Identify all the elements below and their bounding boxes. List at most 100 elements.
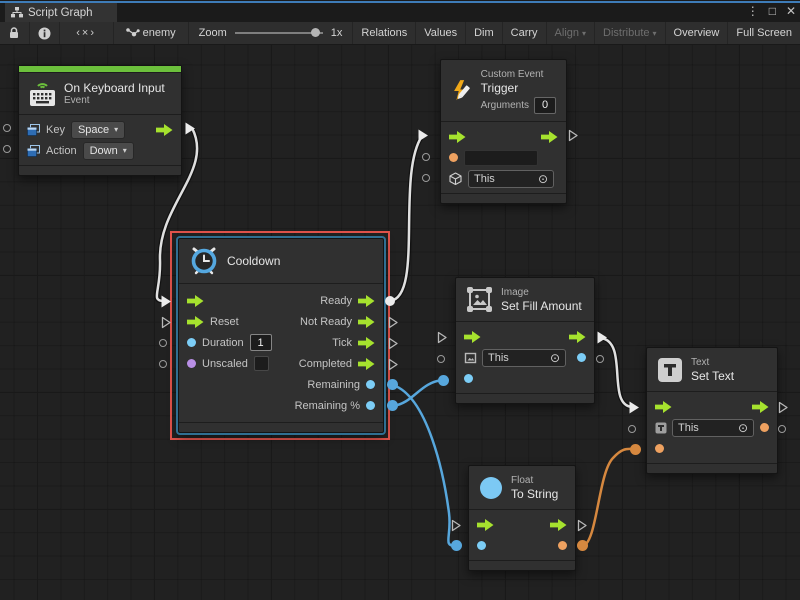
wire-remaining-to-tostring[interactable] (393, 385, 456, 546)
full-screen-button[interactable]: Full Screen (728, 22, 800, 44)
target-icon[interactable]: ⊙ (738, 422, 748, 434)
target-object-field[interactable]: This ⊙ (482, 349, 566, 367)
graph-canvas[interactable]: On Keyboard Input Event Key Space (0, 45, 800, 600)
unscaled-checkbox[interactable] (254, 356, 269, 371)
reset-in-port[interactable] (187, 316, 204, 328)
action-dropdown[interactable]: Down ▾ (83, 142, 134, 160)
ext-port-triangle[interactable] (568, 129, 579, 142)
wire-endpoint[interactable] (630, 444, 641, 455)
graph-reference[interactable]: enemy (114, 22, 189, 44)
ext-port-triangle[interactable] (161, 316, 172, 329)
ready-out-port[interactable] (358, 295, 375, 307)
node-title: Set Text (691, 369, 734, 383)
flow-out-port[interactable] (569, 331, 586, 343)
ext-port-triangle[interactable] (388, 337, 399, 350)
info-button[interactable] (30, 22, 60, 44)
string-out-port[interactable] (558, 541, 567, 550)
event-name-field[interactable] (464, 150, 538, 166)
flow-out-port[interactable] (550, 519, 567, 531)
node-to-string[interactable]: Float To String (468, 465, 576, 571)
node-set-text[interactable]: Text Set Text (646, 347, 778, 474)
remaining-out-port[interactable] (366, 380, 375, 389)
ext-port-circle[interactable] (778, 425, 786, 433)
ext-port-arrow-connected[interactable] (417, 128, 430, 143)
ext-port-circle[interactable] (422, 174, 430, 182)
window-menu-icon[interactable]: ⋮ (747, 3, 759, 20)
ext-port-arrow-connected[interactable] (160, 294, 173, 309)
ext-port-triangle[interactable] (451, 519, 462, 532)
key-dropdown[interactable]: Space ▾ (71, 121, 125, 139)
remainingpct-out-port[interactable] (366, 401, 375, 410)
wire-tostring-to-settext[interactable] (582, 449, 634, 546)
ext-port-circle[interactable] (437, 355, 445, 363)
value-out-port[interactable] (760, 423, 769, 432)
wire-endpoint[interactable] (451, 540, 462, 551)
wire-endpoint[interactable] (387, 379, 398, 390)
values-button[interactable]: Values (416, 22, 466, 44)
wire-endpoint[interactable] (385, 296, 395, 306)
ext-port-circle[interactable] (628, 425, 636, 433)
value-out-port[interactable] (577, 353, 586, 362)
dim-button[interactable]: Dim (466, 22, 503, 44)
lock-button[interactable] (0, 22, 30, 44)
duration-field[interactable]: 1 (250, 334, 272, 351)
ext-port-arrow-connected[interactable] (596, 330, 609, 345)
tab-script-graph[interactable]: Script Graph (5, 3, 117, 22)
notready-out-port[interactable] (358, 316, 375, 328)
flow-in-port[interactable] (464, 331, 481, 343)
flow-in-port[interactable] (449, 131, 466, 143)
text-in-port[interactable] (655, 444, 664, 453)
wire-endpoint[interactable] (438, 375, 449, 386)
duration-in-port[interactable] (187, 338, 196, 347)
completed-out-port[interactable] (358, 358, 375, 370)
tick-out-port[interactable] (358, 337, 375, 349)
target-icon[interactable]: ⊙ (550, 352, 560, 364)
flow-in-port[interactable] (655, 401, 672, 413)
overview-button[interactable]: Overview (666, 22, 729, 44)
unscaled-in-port[interactable] (187, 359, 196, 368)
window-maximize-icon[interactable]: □ (769, 3, 776, 20)
fill-amount-in-port[interactable] (464, 374, 473, 383)
node-cooldown[interactable]: Cooldown Ready (178, 238, 384, 433)
relations-button[interactable]: Relations (353, 22, 416, 44)
ext-port-triangle[interactable] (577, 519, 588, 532)
ext-port-arrow-connected[interactable] (628, 400, 641, 415)
node-trigger-custom-event[interactable]: Custom Event Trigger Arguments 0 (440, 59, 567, 204)
node-set-fill-amount[interactable]: Image Set Fill Amount (455, 277, 595, 404)
ext-port-circle[interactable] (159, 339, 167, 347)
ext-port-circle[interactable] (3, 145, 11, 153)
flow-out-port[interactable] (752, 401, 769, 413)
code-view-button[interactable]: ‹×› (60, 22, 114, 44)
ext-port-triangle[interactable] (437, 331, 448, 344)
wire-remainingpct-to-fillamount[interactable] (393, 380, 443, 406)
ext-port-circle[interactable] (596, 355, 604, 363)
flow-out-port[interactable] (156, 124, 173, 136)
flow-in-port[interactable] (477, 519, 494, 531)
ext-port-triangle[interactable] (388, 358, 399, 371)
ext-port-arrow-connected[interactable] (184, 121, 197, 136)
ext-port-circle[interactable] (3, 124, 11, 132)
value-in-port[interactable] (449, 153, 458, 162)
align-dropdown[interactable]: Align ▾ (547, 22, 595, 44)
arguments-field[interactable]: 0 (534, 97, 556, 114)
zoom-slider[interactable] (235, 22, 323, 44)
wire-image-to-settext[interactable] (601, 338, 632, 407)
distribute-dropdown[interactable]: Distribute ▾ (595, 22, 665, 44)
ext-port-circle[interactable] (422, 153, 430, 161)
wire-cooldown-ready-to-trigger[interactable] (390, 136, 422, 301)
wire-endpoint[interactable] (577, 540, 588, 551)
window-close-icon[interactable]: ✕ (786, 3, 796, 20)
target-icon[interactable]: ⊙ (538, 173, 548, 185)
flow-out-port[interactable] (541, 131, 558, 143)
wire-endpoint[interactable] (387, 400, 398, 411)
ext-port-triangle[interactable] (388, 316, 399, 329)
target-object-field[interactable]: This ⊙ (672, 419, 754, 437)
ext-port-circle[interactable] (159, 360, 167, 368)
ext-port-triangle[interactable] (778, 401, 789, 414)
carry-button[interactable]: Carry (503, 22, 547, 44)
zoom-slider-knob[interactable] (311, 28, 320, 37)
node-on-keyboard-input[interactable]: On Keyboard Input Event Key Space (18, 65, 182, 176)
flow-in-port[interactable] (187, 295, 204, 307)
target-object-field[interactable]: This ⊙ (468, 170, 554, 188)
float-in-port[interactable] (477, 541, 486, 550)
